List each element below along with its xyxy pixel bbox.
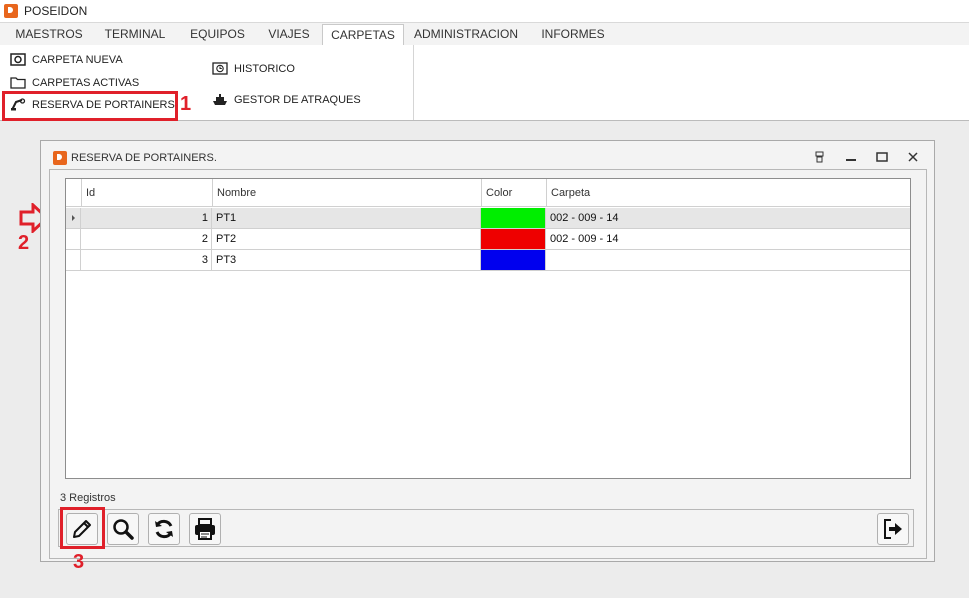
left-strip	[0, 121, 20, 598]
tab-administracion[interactable]: ADMINISTRACION	[410, 24, 522, 44]
reserva-portainers-dialog: RESERVA DE PORTAINERS. Id Nombre Color C…	[40, 140, 935, 562]
menu-tabs: MAESTROS TERMINAL EQUIPOS VIAJES CARPETA…	[0, 23, 969, 46]
color-swatch	[481, 250, 545, 270]
cell-carpeta[interactable]	[546, 250, 910, 270]
close-icon[interactable]	[906, 151, 920, 163]
annotation-marker-3: 3	[73, 551, 85, 573]
row-header-corner	[66, 179, 82, 207]
refresh-icon	[155, 519, 173, 539]
carpeta-nueva-label: CARPETA NUEVA	[32, 54, 123, 66]
refresh-button[interactable]	[148, 513, 180, 545]
row-selector[interactable]	[66, 229, 81, 249]
column-header-nombre[interactable]: Nombre	[213, 179, 482, 207]
dialog-logo-icon	[53, 151, 67, 165]
ribbon-separator	[413, 45, 414, 120]
exit-icon	[884, 519, 902, 539]
gestor-atraques-label: GESTOR DE ATRAQUES	[234, 94, 361, 106]
cell-id[interactable]: 3	[81, 250, 212, 270]
historico-label: HISTORICO	[234, 63, 295, 75]
tab-carpetas[interactable]: CARPETAS	[322, 24, 404, 46]
magnifier-icon	[113, 519, 134, 540]
annotation-marker-1: 1	[180, 93, 192, 115]
app-titlebar: POSEIDON	[0, 0, 969, 23]
layout-icon[interactable]	[813, 151, 827, 163]
column-header-color[interactable]: Color	[482, 179, 547, 207]
highlight-box-3	[60, 507, 105, 549]
highlight-box-1	[2, 91, 178, 121]
dialog-title: RESERVA DE PORTAINERS.	[71, 152, 217, 164]
cell-color[interactable]	[481, 250, 546, 270]
app-logo-icon	[4, 4, 18, 18]
tab-maestros[interactable]: MAESTROS	[8, 24, 90, 44]
tab-informes[interactable]: INFORMES	[530, 24, 616, 44]
printer-icon	[195, 518, 215, 540]
record-count: 3 Registros	[60, 492, 116, 504]
history-icon	[212, 62, 228, 75]
print-button[interactable]	[189, 513, 221, 545]
maximize-icon[interactable]	[875, 151, 889, 163]
cell-nombre[interactable]: PT3	[212, 250, 481, 270]
color-swatch	[481, 229, 545, 249]
row-selector[interactable]	[66, 208, 81, 228]
cell-carpeta[interactable]: 002 - 009 - 14	[546, 208, 910, 228]
table-row[interactable]: 2 PT2 002 - 009 - 14	[66, 229, 910, 250]
cell-id[interactable]: 2	[81, 229, 212, 249]
column-header-carpeta[interactable]: Carpeta	[547, 179, 910, 207]
cell-nombre[interactable]: PT1	[212, 208, 481, 228]
cell-id[interactable]: 1	[81, 208, 212, 228]
exit-button[interactable]	[877, 513, 909, 545]
folder-icon	[10, 76, 26, 89]
row-selector[interactable]	[66, 250, 81, 270]
minimize-icon[interactable]	[844, 151, 858, 163]
app-title: POSEIDON	[24, 4, 88, 18]
row-pointer-icon	[72, 215, 75, 221]
tab-equipos[interactable]: EQUIPOS	[180, 24, 255, 44]
cell-color[interactable]	[481, 208, 546, 228]
carpetas-activas-label: CARPETAS ACTIVAS	[32, 77, 140, 89]
tab-terminal[interactable]: TERMINAL	[95, 24, 175, 44]
cell-color[interactable]	[481, 229, 546, 249]
dialog-toolbar	[58, 509, 914, 547]
tab-viajes[interactable]: VIAJES	[260, 24, 318, 44]
annotation-marker-2: 2	[18, 232, 30, 254]
search-button[interactable]	[107, 513, 139, 545]
table-row[interactable]: 1 PT1 002 - 009 - 14	[66, 208, 910, 229]
column-header-id[interactable]: Id	[82, 179, 213, 207]
ship-icon	[212, 93, 228, 106]
cell-carpeta[interactable]: 002 - 009 - 14	[546, 229, 910, 249]
portainers-grid: Id Nombre Color Carpeta 1 PT1 002 - 009 …	[65, 178, 911, 479]
cell-nombre[interactable]: PT2	[212, 229, 481, 249]
color-swatch	[481, 208, 545, 228]
camera-folder-icon	[10, 53, 26, 66]
table-row[interactable]: 3 PT3	[66, 250, 910, 271]
